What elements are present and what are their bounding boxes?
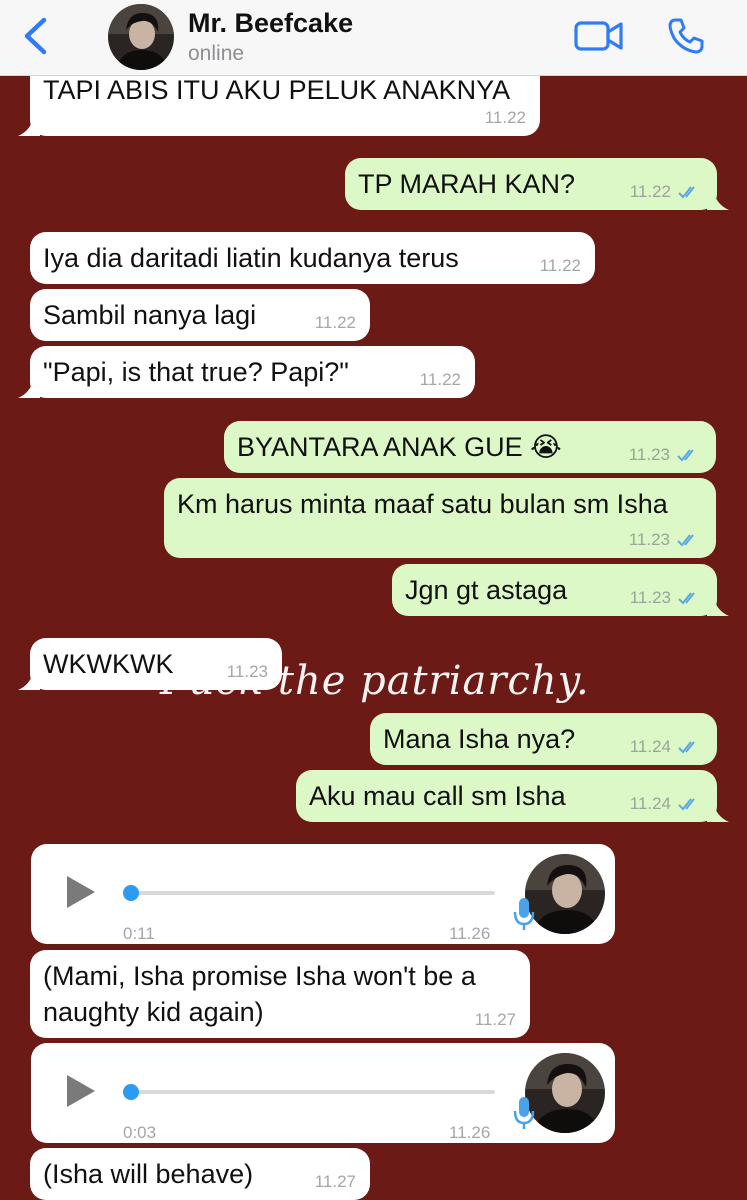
message-text: Aku mau call sm Isha: [309, 781, 566, 811]
message-text-line: (Mami, Isha promise Isha won't be a: [43, 961, 476, 991]
message-bubble-incoming[interactable]: Sambil nanya lagi 11.22: [30, 289, 370, 341]
read-receipt-icon: [678, 741, 695, 754]
microphone-icon: [513, 898, 535, 930]
message-text: (Isha will behave): [43, 1159, 254, 1189]
contact-status: online: [188, 42, 245, 65]
voice-duration: 0:03: [123, 1123, 157, 1142]
message-bubble-incoming[interactable]: WKWKWK 11.23: [18, 638, 282, 690]
message-time: 11.23: [628, 530, 670, 549]
voice-duration: 0:11: [123, 924, 155, 943]
message-bubble-incoming[interactable]: (Mami, Isha promise Isha won't be a naug…: [30, 950, 530, 1038]
message-time: 11.27: [314, 1172, 356, 1191]
avatar[interactable]: [108, 4, 174, 70]
message-time: 11.22: [419, 370, 461, 389]
play-icon[interactable]: [65, 874, 97, 910]
message-text: Jgn gt astaga: [405, 575, 568, 605]
message-time: 11.24: [629, 737, 671, 756]
message-text: "Papi, is that true? Papi?": [43, 357, 349, 387]
message-time: 11.23: [629, 588, 671, 607]
bubble-tail: [18, 376, 40, 398]
message-text: Mana Isha nya?: [383, 724, 576, 754]
bubble-tail: [707, 594, 729, 616]
read-receipt-icon: [677, 449, 694, 462]
message-text: Iya dia daritadi liatin kudanya terus: [43, 243, 459, 273]
message-bubble-outgoing[interactable]: Aku mau call sm Isha 11.24: [296, 770, 729, 822]
message-text-line: naughty kid again): [43, 997, 264, 1027]
video-call-icon[interactable]: [574, 18, 624, 54]
audio-scrubber[interactable]: [123, 885, 139, 901]
message-time: 11.22: [629, 182, 671, 201]
message-bubble-incoming[interactable]: (Isha will behave) 11.27: [30, 1148, 370, 1200]
avatar: [525, 1053, 605, 1133]
message-text: Km harus minta maaf satu bulan sm Isha: [177, 489, 668, 519]
message-bubble-outgoing[interactable]: Km harus minta maaf satu bulan sm Isha 1…: [164, 478, 716, 558]
message-time: 11.24: [629, 794, 671, 813]
message-bubble-outgoing[interactable]: Jgn gt astaga 11.23: [392, 564, 729, 616]
message-time: 11.27: [474, 1010, 516, 1029]
audio-progress-track[interactable]: [123, 1090, 495, 1094]
microphone-icon: [513, 1097, 535, 1129]
play-icon[interactable]: [65, 1073, 97, 1109]
message-text: Sambil nanya lagi: [43, 300, 257, 330]
audio-scrubber[interactable]: [123, 1084, 139, 1100]
message-bubble-incoming[interactable]: Iya dia daritadi liatin kudanya terus 11…: [30, 232, 595, 284]
message-text: BYANTARA ANAK GUE 😭: [237, 432, 562, 462]
message-bubble-outgoing[interactable]: BYANTARA ANAK GUE 😭 11.23: [224, 421, 716, 473]
message-time: 11.23: [226, 662, 268, 681]
read-receipt-icon: [677, 534, 694, 547]
chevron-left-icon[interactable]: [18, 14, 52, 58]
message-time: 11.26: [449, 1123, 491, 1142]
read-receipt-icon: [678, 798, 695, 811]
message-time: 11.22: [314, 313, 356, 332]
bubble-tail: [707, 800, 729, 822]
read-receipt-icon: [678, 592, 695, 605]
message-text: WKWKWK: [43, 649, 174, 679]
bubble-tail: [18, 668, 40, 690]
message-time: 11.23: [628, 445, 670, 464]
message-bubble-outgoing[interactable]: TP MARAH KAN? 11.22: [345, 158, 729, 210]
bubble-tail: [18, 114, 40, 136]
contact-name[interactable]: Mr. Beefcake: [188, 8, 353, 39]
message-bubble-incoming[interactable]: "Papi, is that true? Papi?" 11.22: [18, 346, 475, 398]
audio-progress-track[interactable]: [123, 891, 495, 895]
message-bubble-outgoing[interactable]: Mana Isha nya? 11.24: [370, 713, 717, 765]
read-receipt-icon: [678, 186, 695, 199]
chat-header: Mr. Beefcake online: [0, 0, 747, 76]
voice-note-bubble[interactable]: 0:03 11.26: [31, 1043, 615, 1143]
message-text: TAPI ABIS ITU AKU PELUK ANAKNYA: [43, 75, 511, 105]
phone-icon[interactable]: [666, 16, 706, 56]
message-text: TP MARAH KAN?: [358, 169, 576, 199]
message-time: 11.26: [449, 924, 491, 943]
message-time: 11.22: [539, 256, 581, 275]
message-time: 11.22: [484, 108, 526, 127]
voice-note-bubble[interactable]: 0:11 11.26: [31, 844, 615, 944]
bubble-tail: [707, 188, 729, 210]
avatar: [525, 854, 605, 934]
